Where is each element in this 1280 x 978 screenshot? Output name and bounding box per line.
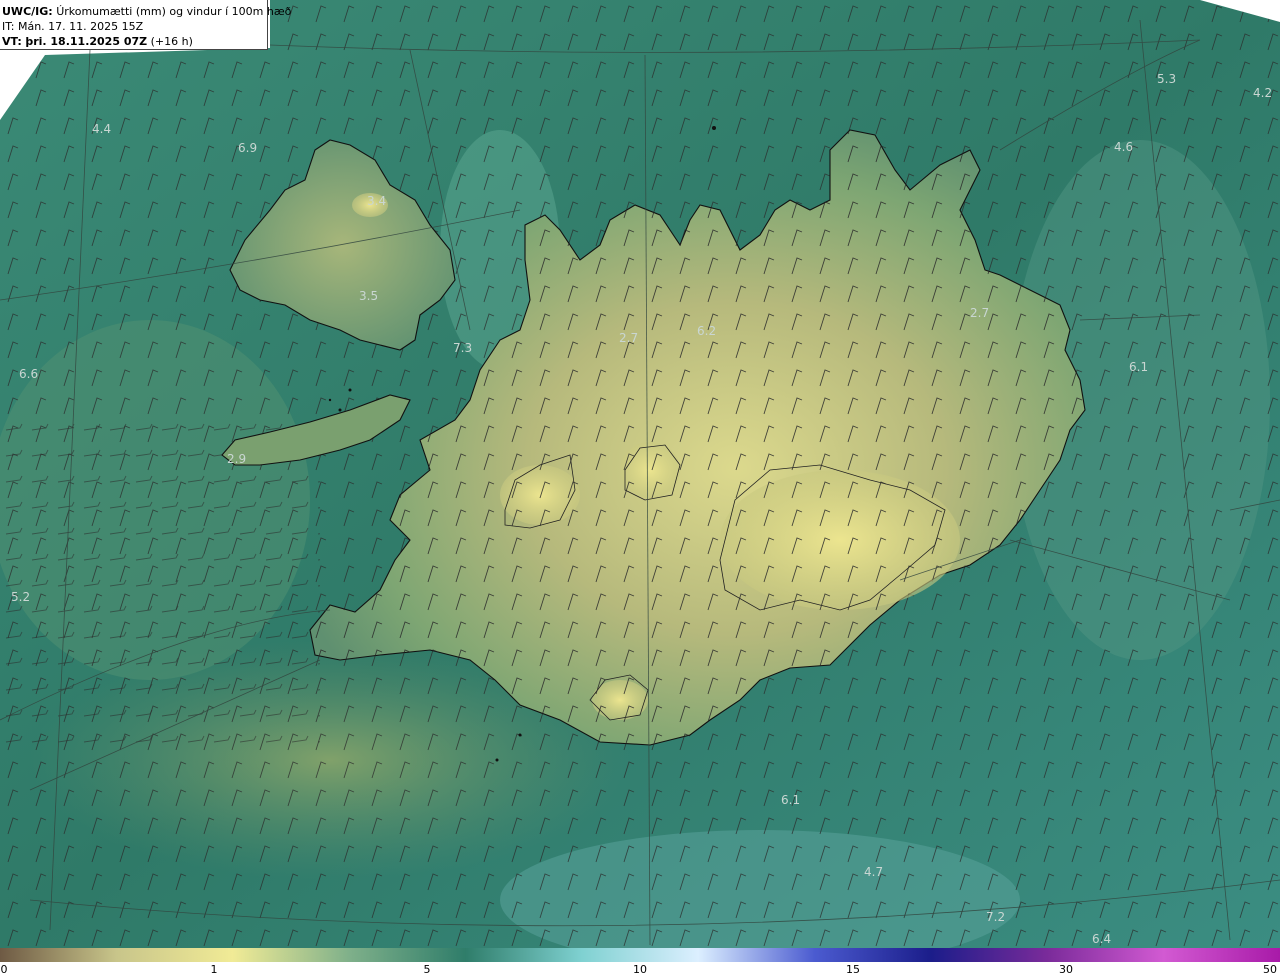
map-label: 5.2	[11, 590, 30, 604]
map-label: 6.6	[19, 367, 38, 381]
map-label: 4.2	[1253, 86, 1272, 100]
map-label: 3.4	[367, 194, 386, 208]
colorbar-tick: 15	[846, 963, 860, 976]
valid-time-line: VT: þri. 18.11.2025 07Z (+16 h)	[2, 34, 267, 49]
initial-time: IT: Mán. 17. 11. 2025 15Z	[2, 20, 144, 33]
map-label: 6.9	[238, 141, 257, 155]
valid-prefix: VT:	[2, 35, 22, 48]
colorbar-tick: 30	[1059, 963, 1073, 976]
map-label: 7.3	[453, 341, 472, 355]
map-label: 2.9	[227, 452, 246, 466]
map-label: 4.4	[92, 122, 111, 136]
map-label: 6.1	[1129, 360, 1148, 374]
map-label: 4.6	[1114, 140, 1133, 154]
map-label: 6.2	[697, 324, 716, 338]
map-label: 4.7	[864, 865, 883, 879]
colorbar-tick: 50	[1263, 963, 1277, 976]
model-name: UWC/IG:	[2, 5, 53, 18]
colorbar-strip	[0, 948, 1280, 962]
lead-time: (+16 h)	[150, 35, 193, 48]
map-label: 6.4	[1092, 932, 1111, 946]
map-panel: 4.4 6.9 3.4 3.5 7.3 6.6 2.9 5.2 2.7 6.2 …	[0, 0, 1280, 948]
map-label: 2.7	[970, 306, 989, 320]
title-line: UWC/IG: Úrkomumætti (mm) og vindur í 100…	[2, 4, 291, 19]
map-label: 3.5	[359, 289, 378, 303]
map-label: 2.7	[619, 331, 638, 345]
valid-time: þri. 18.11.2025 07Z	[25, 35, 148, 48]
colorbar-tick: 1	[210, 963, 218, 976]
map-label: 6.1	[781, 793, 800, 807]
map-description: Úrkomumætti (mm) og vindur í 100m hæð	[56, 5, 292, 18]
map-label: 5.3	[1157, 72, 1176, 86]
colorbar-tick: 10	[633, 963, 647, 976]
map-label: 7.2	[986, 910, 1005, 924]
map-canvas: 4.4 6.9 3.4 3.5 7.3 6.6 2.9 5.2 2.7 6.2 …	[0, 0, 1280, 948]
colorbar-tick: 5	[423, 963, 431, 976]
map-title-box: UWC/IG: Úrkomumætti (mm) og vindur í 100…	[0, 0, 291, 50]
colorbar: 0 1 5 10 15 30 50	[0, 948, 1280, 978]
wind-barbs	[0, 420, 320, 750]
colorbar-tick: 0	[0, 963, 8, 976]
